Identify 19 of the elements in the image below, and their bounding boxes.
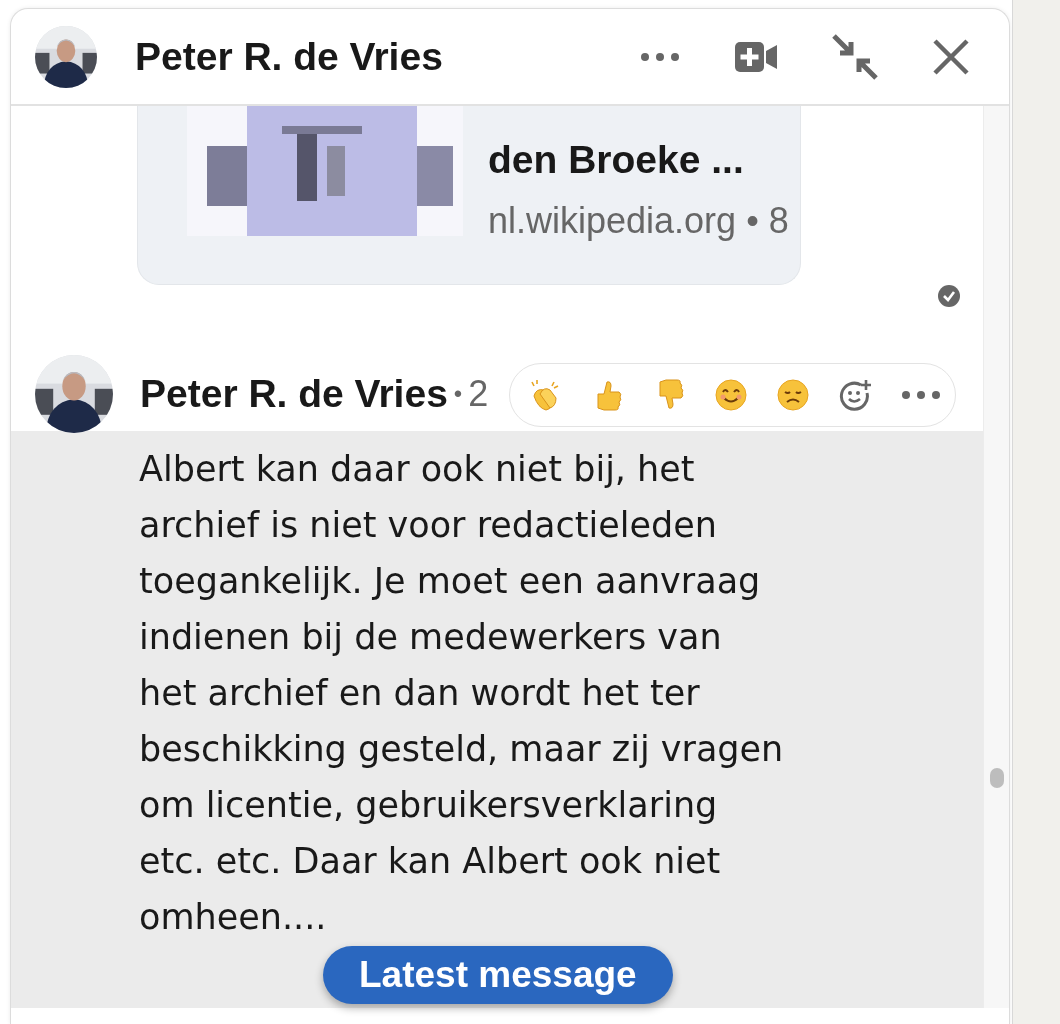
scrollbar-thumb[interactable] xyxy=(989,768,1004,788)
more-icon[interactable] xyxy=(900,390,941,400)
message-time: 2 xyxy=(468,373,489,415)
window-title[interactable]: Peter R. de Vries xyxy=(135,34,640,79)
minimize-icon[interactable] xyxy=(832,33,878,80)
close-icon[interactable] xyxy=(933,38,969,75)
smiling-face-icon[interactable] xyxy=(715,379,748,411)
link-preview-card[interactable]: den Broeke ... nl.wikipedia.org • 8 xyxy=(137,106,801,285)
latest-message-button[interactable]: Latest message xyxy=(323,946,673,1004)
separator-dot: • xyxy=(453,380,463,408)
link-source: nl.wikipedia.org • 8 xyxy=(488,200,789,242)
scrollbar[interactable] xyxy=(983,106,1009,1008)
add-reaction-icon[interactable] xyxy=(839,379,872,411)
more-icon[interactable] xyxy=(640,51,680,62)
sad-face-icon[interactable] xyxy=(777,379,810,411)
sender-name[interactable]: Peter R. de Vries xyxy=(140,372,448,416)
video-call-icon[interactable] xyxy=(735,41,777,72)
link-title[interactable]: den Broeke ... xyxy=(488,138,789,182)
message-text: Albert kan daar ook niet bij, het archief is niet voor redactieleden toegankelijk. Je moet een aanvraag indienen bij de medewerkers van het archief en dan wordt het ter beschikking gesteld, maar zij vragen om licentie, gebruikersverklaring etc. etc. Daar kan Albert ook niet omheen.... xyxy=(139,448,785,939)
